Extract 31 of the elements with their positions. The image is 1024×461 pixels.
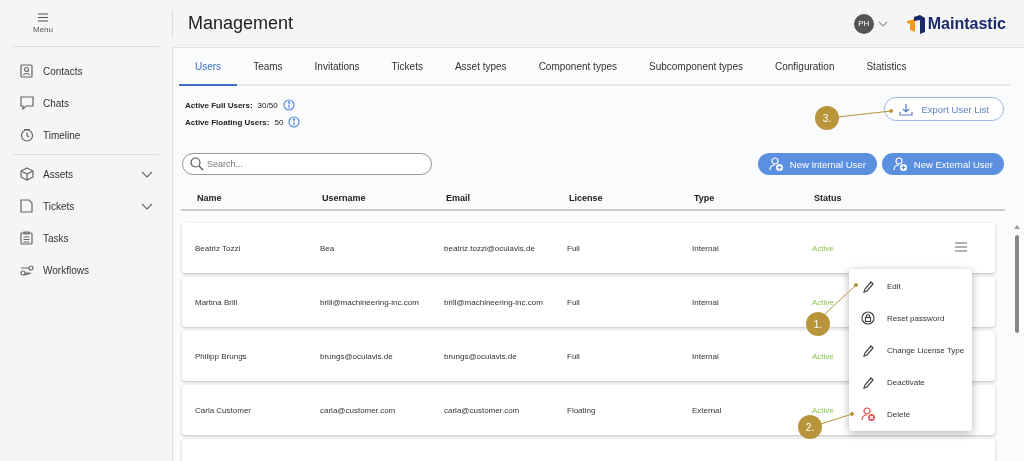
table-cell: beatriz.tozzi@oculavis.de [444, 243, 535, 253]
status-text: Active [812, 405, 834, 415]
stat-value: 50 [274, 117, 284, 127]
table-cell: Full [567, 351, 580, 361]
table-cell: Internal [692, 243, 719, 253]
table-cell: Internal [692, 351, 719, 361]
table-cell: External [692, 405, 722, 415]
table-cell: carla@customer.com [444, 405, 520, 415]
status-text: Active [812, 351, 834, 361]
stat-value: 30/50 [257, 100, 278, 110]
stat-label: Active Full Users: [185, 100, 253, 110]
table-cell: Martina Brill [195, 297, 238, 307]
logo-text: Maintastic [927, 14, 1006, 33]
table-cell: Carla Customer [195, 405, 251, 415]
menu-label: Menu [33, 24, 53, 34]
table-cell: brill@machineering-inc.com [444, 297, 543, 307]
table-cell: Philipp Brungs [195, 351, 247, 361]
table-cell: brill@machineering-inc.com [320, 297, 419, 307]
stat-label: Active Floating Users: [185, 117, 270, 127]
status-text: Active [812, 243, 834, 253]
table-cell: Beatriz Tozzi [195, 243, 241, 253]
page-title: Management [188, 13, 295, 34]
table-cell: Full [567, 243, 580, 253]
table-cell: brungs@oculavis.de [444, 351, 517, 361]
table-cell: Full [567, 297, 580, 307]
table-cell: Bea [320, 243, 335, 253]
table-cell: brungs@oculavis.de [320, 351, 393, 361]
table-cell: carla@customer.com [320, 405, 396, 415]
table-cell: Internal [692, 297, 719, 307]
status-text: Active [812, 297, 834, 307]
table-cell: Floating [567, 405, 596, 415]
